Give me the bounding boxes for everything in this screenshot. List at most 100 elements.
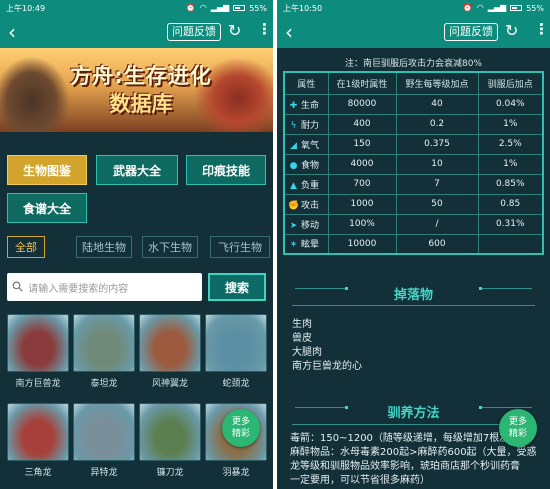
title-bar: ‹ 问题反馈 ↻ ⋮ — [277, 16, 550, 48]
stat-wild-cell: 0.2 — [395, 113, 479, 135]
stats-row: ➤ 移动 100%/0.31% — [283, 213, 544, 235]
creature-thumbnail[interactable] — [139, 403, 201, 461]
creature-thumbnail[interactable] — [7, 403, 69, 461]
food-icon: ● — [289, 160, 298, 171]
more-line2: 精彩 — [231, 429, 250, 439]
banner-title: 方舟:生存进化 — [70, 64, 212, 88]
refresh-icon[interactable]: ↻ — [228, 21, 241, 40]
category-recipes-button[interactable]: 食谱大全 — [7, 193, 87, 223]
creature-card[interactable]: 泰坦龙 — [73, 314, 135, 389]
status-time: 上午10:49 — [6, 3, 46, 13]
creature-card[interactable]: 异特龙 — [73, 403, 135, 478]
right-screen: 上午10:50 ⏰ ◠ ▂▄▆ 55% ‹ 问题反馈 ↻ ⋮ 注：南巨驯服后攻击… — [277, 0, 550, 489]
stats-row: ✶ 眩晕 10000 600 — [283, 233, 544, 255]
stats-row: ϟ 耐力 400 0.2 1% — [283, 113, 544, 135]
battery-icon — [233, 5, 246, 11]
drop-item: 兽皮 — [292, 333, 312, 344]
more-menu-icon[interactable]: ⋮ — [257, 20, 272, 38]
stats-row: ● 食物 4000 10 1% — [283, 153, 544, 175]
stat-attr-cell: ◢ 氧气 — [283, 133, 329, 155]
banner-character-image — [0, 56, 70, 132]
stat-base-cell: 1000 — [327, 193, 397, 215]
creature-thumbnail[interactable] — [7, 314, 69, 372]
taming-note: 注：南巨驯服后攻击力会衰减80% — [344, 59, 482, 69]
creature-card[interactable]: 南方巨兽龙 — [7, 314, 69, 389]
back-arrow-icon[interactable]: ‹ — [8, 22, 24, 42]
drops-list: 生肉 兽皮 大腿肉 南方巨兽龙的心 — [292, 318, 362, 374]
creature-name: 三角龙 — [24, 468, 52, 478]
stats-row: ✊ 攻击 1000 50 0.85 — [283, 193, 544, 215]
stat-attr-label: 耐力 — [301, 120, 320, 131]
status-time: 上午10:50 — [283, 3, 323, 13]
stat-tamed-cell: 1% — [477, 113, 544, 135]
filter-all-tab[interactable]: 全部 — [7, 236, 45, 258]
creature-card[interactable]: 镰刀龙 — [139, 403, 201, 478]
more-content-button[interactable]: 更多 精彩 — [222, 409, 260, 447]
more-line2: 精彩 — [508, 429, 527, 439]
taming-line: 麻醉物品：水母毒素200起>麻醉药600起（大量，受惑 — [290, 447, 537, 458]
stat-tamed-cell: 2.5% — [477, 133, 544, 155]
search-placeholder: 请输入需要搜索的内容 — [28, 283, 129, 295]
drops-title: 掉落物 — [393, 288, 433, 303]
stats-row: ✚ 生命 80000 40 0.04% — [283, 93, 544, 115]
stat-attr-label: 移动 — [301, 220, 320, 231]
category-creatures-button[interactable]: 生物图鉴 — [7, 155, 87, 185]
signal-icon: ▂▄▆ — [487, 3, 507, 12]
creature-name: 镰刀龙 — [156, 468, 184, 478]
creature-card[interactable]: 风神翼龙 — [139, 314, 201, 389]
category-weapons-button[interactable]: 武器大全 — [96, 155, 178, 185]
battery-icon — [510, 5, 523, 11]
header-wild: 野生每等级加点 — [395, 71, 479, 95]
more-menu-icon[interactable]: ⋮ — [534, 20, 549, 38]
filter-land-tab[interactable]: 陆地生物 — [76, 236, 132, 258]
refresh-icon[interactable]: ↻ — [505, 21, 518, 40]
drop-item: 南方巨兽龙的心 — [292, 361, 362, 372]
filter-flying-tab[interactable]: 飞行生物 — [210, 236, 270, 258]
filter-water-tab[interactable]: 水下生物 — [142, 236, 198, 258]
battery-level: 55% — [249, 3, 267, 13]
category-engram-button[interactable]: 印痕技能 — [186, 155, 266, 185]
health-icon: ✚ — [289, 100, 298, 111]
stat-attr-label: 眩晕 — [301, 240, 320, 251]
stat-attr-cell: ✊ 攻击 — [283, 193, 329, 215]
signal-icon: ▂▄▆ — [210, 3, 230, 12]
stat-base-cell: 4000 — [327, 153, 397, 175]
stat-tamed-cell: 0.31% — [477, 213, 544, 235]
banner: 方舟:生存进化 数据库 — [0, 48, 273, 132]
more-line1: 更多 — [231, 417, 250, 427]
search-input[interactable]: ⚲ 请输入需要搜索的内容 — [7, 273, 202, 301]
header-base: 在1级时属性 — [327, 71, 397, 95]
more-content-button[interactable]: 更多 精彩 — [499, 409, 537, 447]
feedback-button[interactable]: 问题反馈 — [167, 23, 221, 41]
stat-tamed-cell: 0.85% — [477, 173, 544, 195]
torpor-icon: ✶ — [289, 240, 298, 251]
status-bar: 上午10:50 ⏰ ◠ ▂▄▆ 55% — [277, 0, 550, 16]
feedback-button[interactable]: 问题反馈 — [444, 23, 498, 41]
stat-wild-cell: 50 — [395, 193, 479, 215]
creature-name: 蛇颈龙 — [222, 379, 250, 389]
stat-tamed-cell — [477, 233, 544, 255]
creature-thumbnail[interactable] — [73, 314, 135, 372]
alarm-icon: ⏰ — [462, 3, 473, 12]
drop-item: 生肉 — [292, 319, 312, 330]
speed-icon: ➤ — [289, 220, 298, 231]
creature-thumbnail[interactable] — [73, 403, 135, 461]
stat-attr-label: 负重 — [301, 180, 320, 191]
creature-card[interactable]: 蛇颈龙 — [205, 314, 267, 389]
wifi-icon: ◠ — [199, 3, 207, 12]
search-button[interactable]: 搜索 — [208, 273, 266, 301]
search-icon: ⚲ — [8, 277, 28, 297]
more-line1: 更多 — [508, 417, 527, 427]
back-arrow-icon[interactable]: ‹ — [285, 22, 301, 42]
status-bar: 上午10:49 ⏰ ◠ ▂▄▆ 55% — [0, 0, 273, 16]
stat-wild-cell: 0.375 — [395, 133, 479, 155]
creature-thumbnail[interactable] — [205, 314, 267, 372]
header-attr: 属性 — [283, 71, 329, 95]
creature-name: 南方巨兽龙 — [15, 379, 61, 389]
oxygen-icon: ◢ — [290, 140, 297, 151]
attack-icon: ✊ — [288, 200, 300, 211]
creature-name: 羽暴龙 — [222, 468, 250, 478]
creature-card[interactable]: 三角龙 — [7, 403, 69, 478]
creature-thumbnail[interactable] — [139, 314, 201, 372]
drop-item: 大腿肉 — [292, 347, 322, 358]
